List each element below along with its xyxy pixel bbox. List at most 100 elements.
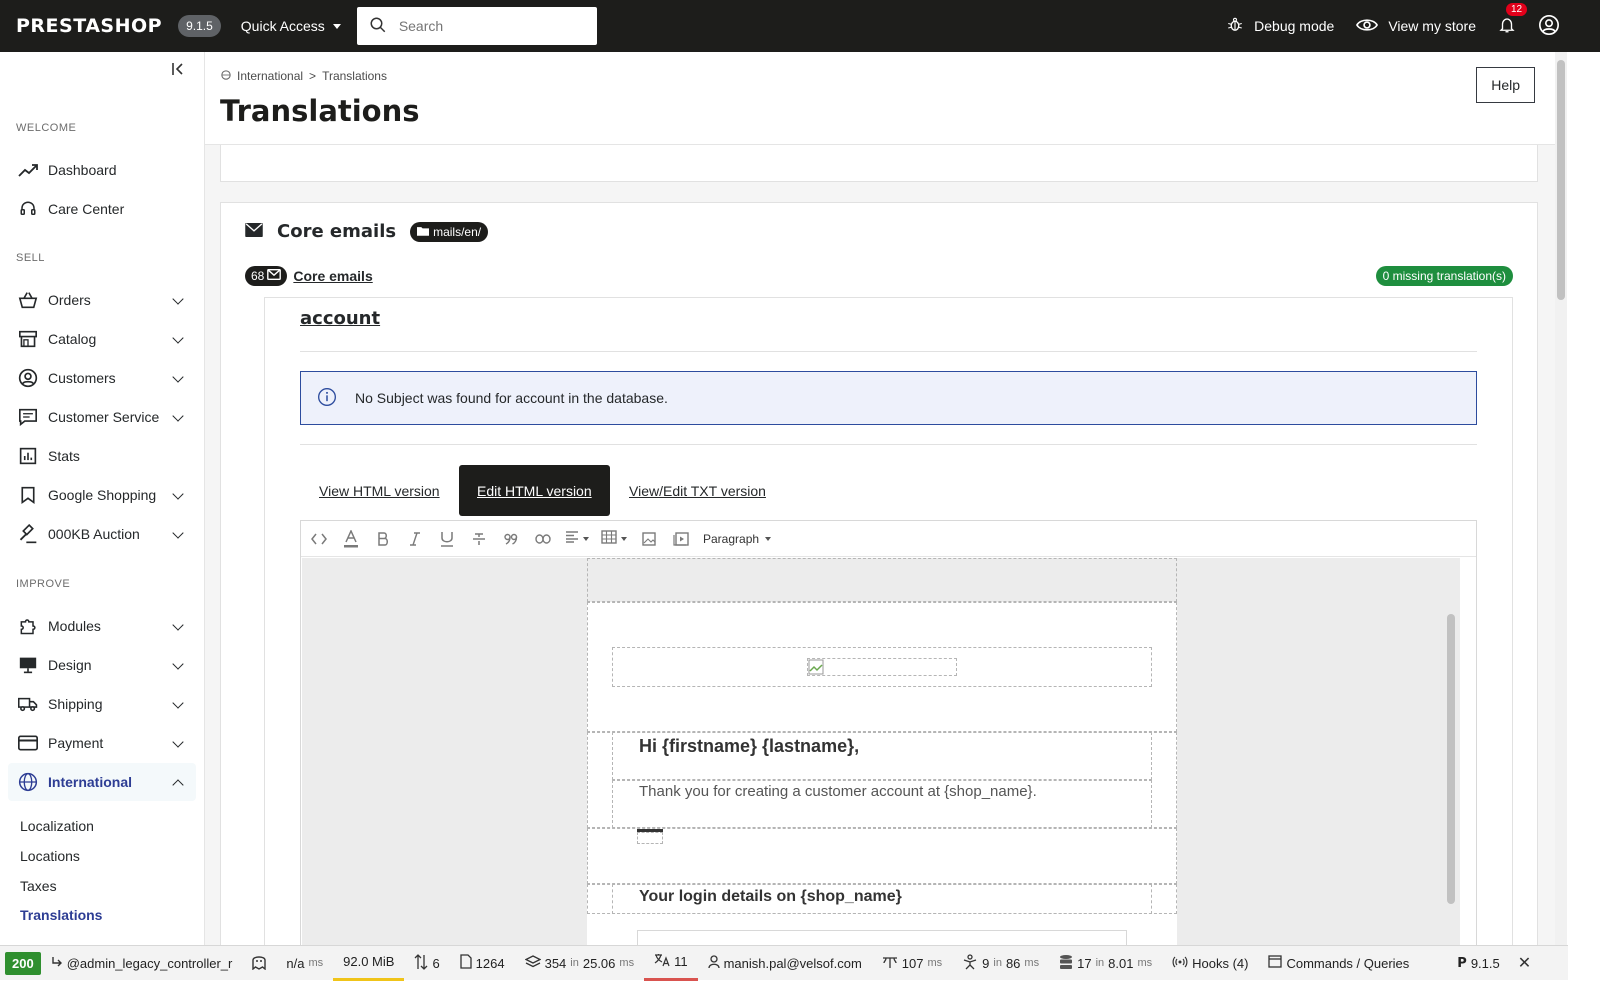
sidebar-item-orders[interactable]: Orders xyxy=(8,281,196,319)
align-dropdown[interactable] xyxy=(565,531,589,546)
sidebar-item-modules[interactable]: Modules xyxy=(8,607,196,645)
requests-item[interactable]: 6 xyxy=(404,946,449,981)
quote-icon[interactable] xyxy=(501,529,521,549)
prestashop-logo[interactable]: PRESTASHOP xyxy=(16,15,162,37)
code-view-icon[interactable] xyxy=(309,529,329,549)
breadcrumb-parent[interactable]: International xyxy=(237,69,303,83)
email-thanks-text[interactable]: Thank you for creating a customer accoun… xyxy=(639,783,1037,800)
puzzle-icon xyxy=(18,616,38,636)
listeners-unit: ms xyxy=(1024,957,1040,969)
ps-version-item[interactable]: P 9.1.5 xyxy=(1447,946,1509,981)
events-icon xyxy=(882,955,898,972)
sidebar-item-catalog[interactable]: Catalog xyxy=(8,320,196,358)
sidebar-item-google-shopping[interactable]: Google Shopping xyxy=(8,476,196,514)
sidebar-subitem-taxes[interactable]: Taxes xyxy=(20,878,57,894)
italic-icon[interactable] xyxy=(405,529,425,549)
listeners-item[interactable]: 9 in 86 ms xyxy=(952,946,1049,981)
section-label-welcome: WELCOME xyxy=(16,122,77,134)
email-spacer-block xyxy=(587,828,1177,884)
quick-access-dropdown[interactable]: Quick Access xyxy=(241,18,341,34)
table-dropdown[interactable] xyxy=(601,530,627,547)
sidebar-item-international[interactable]: International xyxy=(8,763,196,801)
memory-item[interactable]: 92.0 MiB xyxy=(333,946,405,981)
editor-scroll-thumb[interactable] xyxy=(1447,614,1455,904)
tab-edit-html[interactable]: Edit HTML version xyxy=(459,465,610,516)
editor-canvas[interactable]: Hi {firstname} {lastname}, Thank you for… xyxy=(302,558,1460,962)
sidebar-item-care-center[interactable]: Care Center xyxy=(8,190,196,228)
layers-icon xyxy=(524,954,542,972)
events-time: 107 xyxy=(901,955,924,971)
sidebar-item-design[interactable]: Design xyxy=(8,646,196,684)
email-greeting-heading[interactable]: Hi {firstname} {lastname}, xyxy=(639,736,859,757)
email-count-row: 68 Core emails xyxy=(245,266,373,286)
collapse-sidebar-icon[interactable] xyxy=(172,62,186,81)
sidebar-item-stats[interactable]: Stats xyxy=(8,437,196,475)
underline-icon[interactable] xyxy=(437,529,457,549)
email-preheader xyxy=(587,558,1177,602)
sidebar-item-customers[interactable]: Customers xyxy=(8,359,196,397)
sidebar-item-label: Shipping xyxy=(48,696,103,712)
tab-edit-txt[interactable]: View/Edit TXT version xyxy=(611,465,784,516)
image-icon[interactable] xyxy=(639,529,659,549)
chat-icon xyxy=(18,407,38,427)
status-code-badge[interactable]: 200 xyxy=(5,951,41,975)
sidebar-subitem-localization[interactable]: Localization xyxy=(20,818,94,834)
sidebar-item-customer-service[interactable]: Customer Service xyxy=(8,398,196,436)
media-icon[interactable] xyxy=(671,529,691,549)
templates-unit: ms xyxy=(619,957,635,969)
link-icon[interactable] xyxy=(533,529,553,549)
queries-unit: ms xyxy=(1137,957,1153,969)
close-icon[interactable]: ✕ xyxy=(1518,953,1531,973)
chevron-down-icon xyxy=(172,697,184,709)
sidebar-item-payment[interactable]: Payment xyxy=(8,724,196,762)
editor-scrollbar[interactable] xyxy=(1446,598,1456,962)
route-item[interactable]: @admin_legacy_controller_r xyxy=(41,946,243,981)
commands-item[interactable]: Commands / Queries xyxy=(1258,946,1419,981)
debug-mode-link[interactable]: Debug mode xyxy=(1226,16,1334,37)
sidebar-subitem-translations[interactable]: Translations xyxy=(20,907,102,923)
queries-item[interactable]: 17 in 8.01 ms xyxy=(1049,946,1162,981)
events-item[interactable]: 107 ms xyxy=(872,946,952,981)
logo-image-placeholder[interactable] xyxy=(807,658,957,676)
sidebar-item-shipping[interactable]: Shipping xyxy=(8,685,196,723)
text-color-icon[interactable] xyxy=(341,529,361,549)
caret-down-icon xyxy=(765,536,772,541)
page-scroll-thumb[interactable] xyxy=(1557,60,1565,300)
paragraph-format-select[interactable]: Paragraph xyxy=(703,532,772,546)
core-emails-link[interactable]: Core emails xyxy=(293,268,372,284)
templates-time: 25.06 xyxy=(582,955,616,971)
sidebar-item-auction[interactable]: 000KB Auction xyxy=(8,515,196,553)
templates-item[interactable]: 354 in 25.06 ms xyxy=(515,946,644,981)
help-button[interactable]: Help xyxy=(1476,67,1535,103)
sidebar-item-dashboard[interactable]: Dashboard xyxy=(8,151,196,189)
caret-down-icon xyxy=(332,23,341,29)
bold-icon[interactable] xyxy=(373,529,393,549)
login-details-heading[interactable]: Your login details on {shop_name} xyxy=(639,888,902,906)
page-title: Translations xyxy=(220,94,420,128)
account-email-title[interactable]: account xyxy=(300,308,380,329)
page-scrollbar[interactable] xyxy=(1555,52,1567,962)
search-input[interactable] xyxy=(398,18,569,34)
translations-item[interactable]: 11 xyxy=(644,946,698,981)
chevron-down-icon xyxy=(172,658,184,670)
files-item[interactable]: 1264 xyxy=(450,946,515,981)
time-item[interactable]: n/a ms xyxy=(276,946,333,981)
user-item[interactable]: manish.pal@velsof.com xyxy=(698,946,872,981)
eye-icon xyxy=(1356,17,1379,36)
strikethrough-icon[interactable] xyxy=(469,529,489,549)
chevron-down-icon xyxy=(172,410,184,422)
account-icon[interactable] xyxy=(1538,14,1560,39)
globe-icon xyxy=(221,69,231,83)
chevron-down-icon xyxy=(172,371,184,383)
notifications-button[interactable]: 12 xyxy=(1498,2,1528,38)
hooks-item[interactable]: Hooks (4) xyxy=(1162,946,1258,981)
ghost-item[interactable] xyxy=(242,946,276,981)
sidebar-subitem-locations[interactable]: Locations xyxy=(20,848,80,864)
view-store-link[interactable]: View my store xyxy=(1356,17,1476,36)
section-label-improve: IMPROVE xyxy=(16,578,71,590)
chevron-down-icon xyxy=(172,619,184,631)
card-title: Core emails xyxy=(277,221,397,242)
tab-view-html[interactable]: View HTML version xyxy=(301,465,458,516)
search-box[interactable] xyxy=(356,7,597,45)
email-body[interactable]: Hi {firstname} {lastname}, Thank you for… xyxy=(587,558,1177,962)
